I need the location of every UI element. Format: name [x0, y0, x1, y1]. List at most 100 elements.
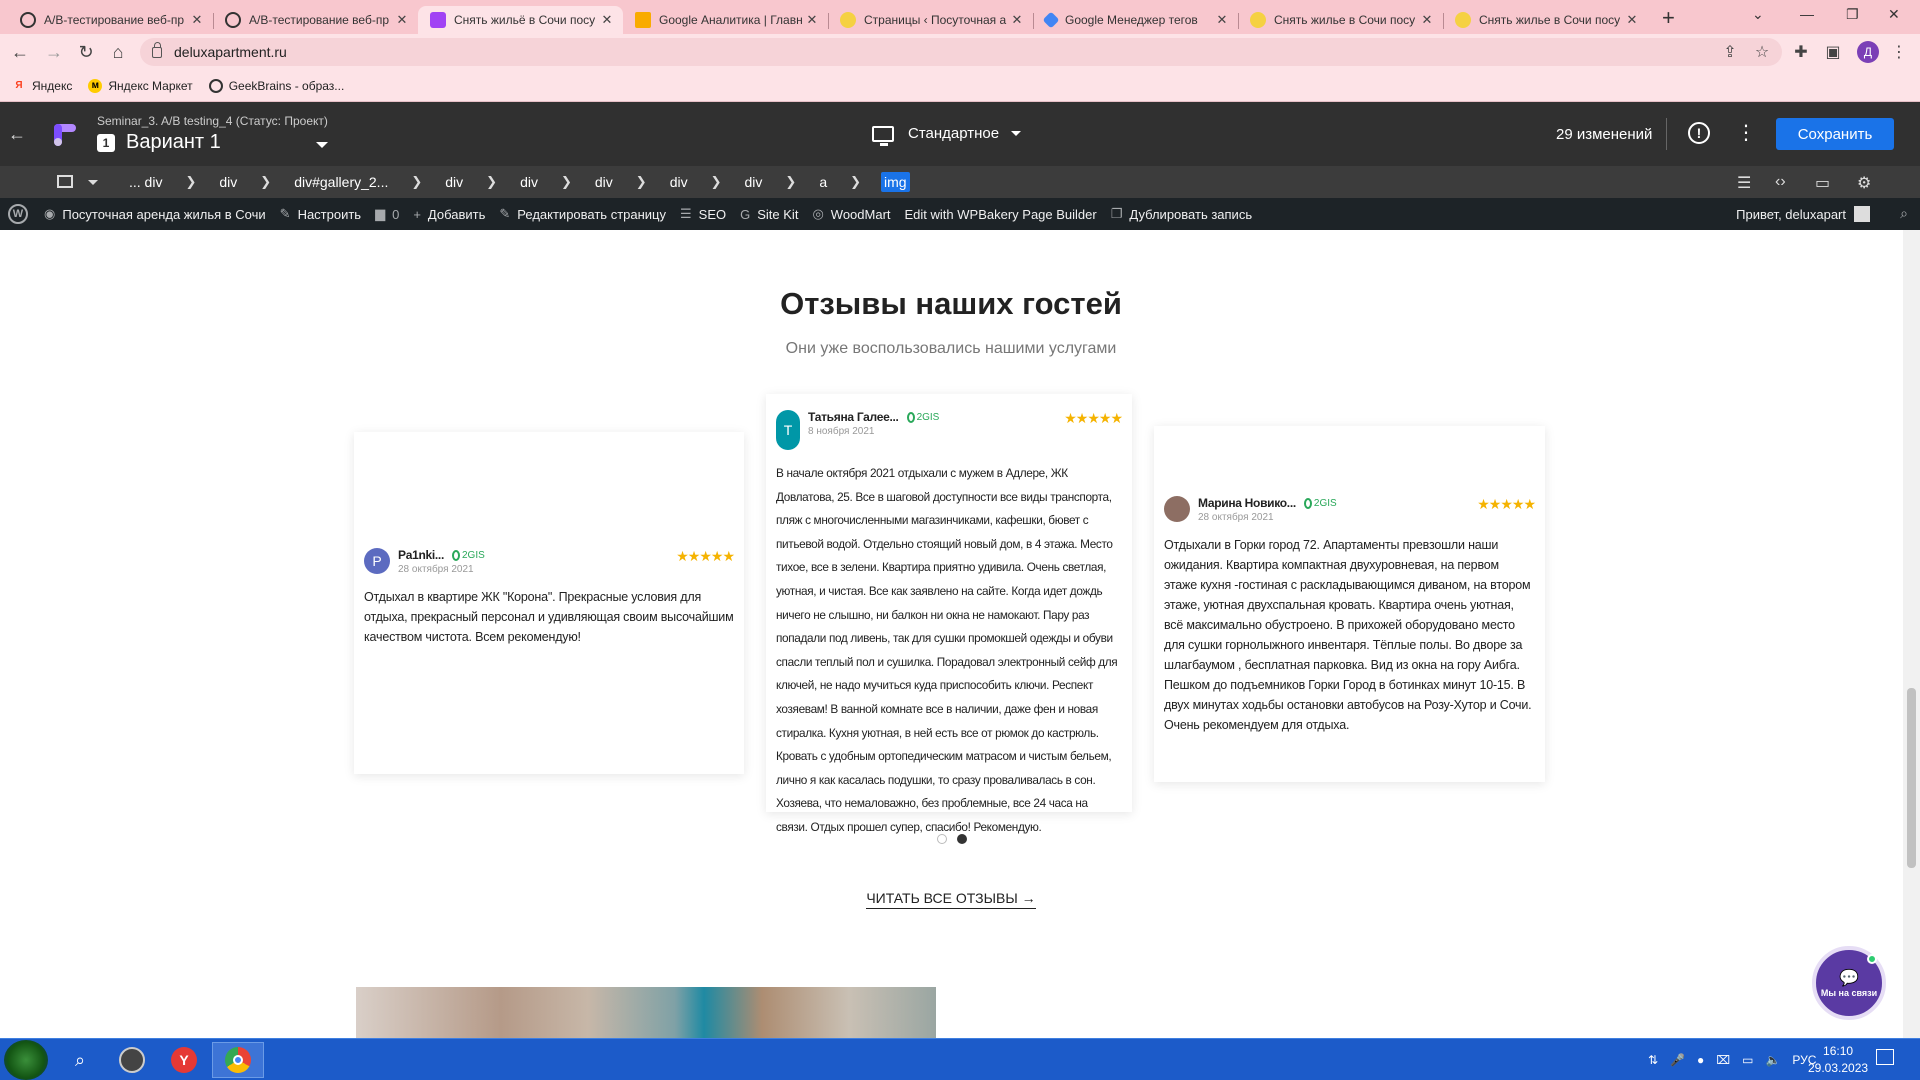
- css-icon[interactable]: ▭: [1815, 173, 1830, 193]
- browser-tab[interactable]: Google Менеджер тегов ✕: [1033, 6, 1239, 34]
- carousel-dot[interactable]: [937, 834, 947, 844]
- close-icon[interactable]: ✕: [1624, 12, 1640, 28]
- review-card[interactable]: P Pa1nki... 2GIS 28 октября 2021 ★★★★★ О…: [354, 432, 744, 774]
- changes-count[interactable]: 29 изменений: [1556, 126, 1652, 143]
- back-icon[interactable]: ←: [10, 42, 30, 63]
- network-icon[interactable]: ⇅: [1648, 1053, 1658, 1067]
- tune-icon[interactable]: ☰: [1737, 173, 1751, 193]
- breadcrumb-item[interactable]: div: [442, 172, 466, 192]
- chat-bubble-icon: 💬: [1839, 970, 1859, 987]
- taskbar-app[interactable]: Y: [158, 1042, 210, 1078]
- source-badge: 2GIS: [906, 411, 939, 423]
- breadcrumb-item[interactable]: div: [667, 172, 691, 192]
- reload-icon[interactable]: ↻: [76, 42, 96, 63]
- volume-icon[interactable]: 🔈: [1765, 1053, 1780, 1067]
- taskbar-app[interactable]: [106, 1042, 158, 1078]
- side-panel-icon[interactable]: ▣: [1823, 42, 1843, 62]
- wp-item-duplicate[interactable]: ❐ Дублировать запись: [1111, 206, 1252, 222]
- close-icon[interactable]: ✕: [599, 12, 615, 28]
- wp-item-sitekit[interactable]: G Site Kit: [740, 207, 798, 222]
- review-card[interactable]: Марина Новико... 2GIS 28 октября 2021 ★★…: [1154, 426, 1545, 782]
- more-icon[interactable]: ⋮: [1736, 120, 1756, 145]
- review-card[interactable]: Т Татьяна Галее... 2GIS 8 ноября 2021 ★★…: [766, 394, 1132, 834]
- wp-item-woodmart[interactable]: ◎ WoodMart: [812, 206, 890, 222]
- wp-item-comments[interactable]: ▆ 0: [375, 206, 399, 222]
- browser-tab[interactable]: Снять жилье в Сочи посу ✕: [1443, 6, 1648, 34]
- clock[interactable]: 16:10 29.03.2023: [1808, 1043, 1868, 1077]
- bookmark-item[interactable]: Я Яндекс: [12, 79, 72, 93]
- share-icon[interactable]: ⇪: [1720, 42, 1740, 62]
- close-icon[interactable]: ✕: [1214, 12, 1230, 28]
- browser-tab[interactable]: Страницы ‹ Посуточная а ✕: [828, 6, 1034, 34]
- wp-item-label: Посуточная аренда жилья в Сочи: [62, 206, 266, 222]
- breadcrumb-item[interactable]: div#gallery_2...: [291, 172, 391, 192]
- search-icon[interactable]: ⌕: [1900, 205, 1908, 222]
- close-icon[interactable]: ✕: [1419, 12, 1435, 28]
- close-icon[interactable]: ✕: [394, 12, 410, 28]
- device-selector[interactable]: Стандартное: [872, 125, 1022, 146]
- variant-name[interactable]: Вариант 1: [126, 131, 221, 154]
- breadcrumb-item[interactable]: div: [592, 172, 616, 192]
- wp-item-new[interactable]: + Добавить: [413, 207, 485, 222]
- wp-item-customize[interactable]: ✎ Настроить: [280, 206, 361, 222]
- chevron-down-icon[interactable]: [88, 180, 98, 185]
- wp-item-edit[interactable]: ✎ Редактировать страницу: [499, 206, 666, 222]
- tab-search-icon[interactable]: ⌄: [1752, 6, 1764, 23]
- menu-icon[interactable]: ⋮: [1889, 42, 1909, 62]
- monitor-icon[interactable]: ▭: [1742, 1053, 1753, 1067]
- bookmark-item[interactable]: м Яндекс Маркет: [88, 78, 193, 93]
- browser-tab[interactable]: A/B-тестирование веб-пр ✕: [213, 6, 418, 34]
- wordpress-icon[interactable]: W: [8, 204, 28, 224]
- home-icon[interactable]: ⌂: [108, 42, 128, 63]
- bookmark-item[interactable]: GeekBrains - образ...: [208, 78, 344, 93]
- norton-icon[interactable]: ●: [1697, 1053, 1704, 1067]
- select-element-icon[interactable]: [57, 175, 73, 188]
- diagnostics-icon[interactable]: !: [1688, 122, 1710, 144]
- wp-item-wpbakery[interactable]: Edit with WPBakery Page Builder: [905, 207, 1097, 222]
- devices-icon[interactable]: ⌧: [1716, 1053, 1730, 1067]
- address-bar[interactable]: deluxapartment.ru: [140, 38, 1782, 66]
- breadcrumb-item[interactable]: div: [216, 172, 240, 192]
- minimize-icon[interactable]: —: [1800, 6, 1814, 22]
- browser-tab[interactable]: Google Аналитика | Главн ✕: [623, 6, 829, 34]
- back-arrow-icon[interactable]: ←: [8, 124, 26, 145]
- breadcrumb-item[interactable]: ... div: [126, 172, 165, 192]
- bookmark-star-icon[interactable]: ☆: [1752, 42, 1772, 62]
- browser-tab[interactable]: Снять жилье в Сочи посу ✕: [1238, 6, 1444, 34]
- microphone-icon[interactable]: 🎤: [1670, 1053, 1685, 1067]
- wp-account[interactable]: Привет, deluxapart: [1736, 198, 1870, 230]
- extensions-icon[interactable]: ✚: [1791, 42, 1811, 62]
- new-tab-button[interactable]: +: [1662, 5, 1675, 31]
- restore-icon[interactable]: ❐: [1846, 6, 1859, 23]
- close-window-icon[interactable]: ✕: [1888, 6, 1900, 23]
- scrollbar-thumb[interactable]: [1907, 688, 1916, 868]
- chevron-down-icon[interactable]: [316, 142, 328, 148]
- profile-avatar[interactable]: Д: [1857, 41, 1879, 63]
- breadcrumb-item[interactable]: div: [517, 172, 541, 192]
- wp-item-label: SEO: [698, 206, 727, 222]
- tab-title: A/B-тестирование веб-пр: [44, 13, 184, 27]
- page-scrollbar[interactable]: [1903, 230, 1920, 1038]
- breadcrumb-item-selected[interactable]: img: [881, 172, 910, 192]
- wp-item-site[interactable]: ◉ Посуточная аренда жилья в Сочи: [44, 206, 266, 222]
- start-button[interactable]: [4, 1040, 48, 1080]
- review-body: P Pa1nki... 2GIS 28 октября 2021 ★★★★★ О…: [364, 548, 735, 647]
- browser-tab-active[interactable]: Снять жильё в Сочи посу ✕: [418, 6, 623, 34]
- yandex-browser-icon: Y: [171, 1047, 197, 1073]
- breadcrumb-item[interactable]: div: [742, 172, 766, 192]
- close-icon[interactable]: ✕: [804, 12, 820, 28]
- settings-icon[interactable]: ⚙: [1857, 173, 1871, 193]
- wp-item-seo[interactable]: ☰ SEO: [680, 206, 726, 222]
- breadcrumb-item[interactable]: a: [816, 172, 830, 192]
- taskbar-search[interactable]: ⌕: [54, 1042, 106, 1078]
- close-icon[interactable]: ✕: [1009, 12, 1025, 28]
- forward-icon[interactable]: →: [44, 42, 64, 63]
- close-icon[interactable]: ✕: [189, 12, 205, 28]
- browser-tab[interactable]: A/B-тестирование веб-пр ✕: [8, 6, 214, 34]
- taskbar-app-active[interactable]: [212, 1042, 264, 1078]
- save-button[interactable]: Сохранить: [1776, 118, 1894, 150]
- notifications-icon[interactable]: [1876, 1049, 1894, 1065]
- carousel-dot-active[interactable]: [957, 834, 967, 844]
- code-icon[interactable]: ‹›: [1775, 173, 1786, 191]
- read-all-reviews-link[interactable]: ЧИТАТЬ ВСЕ ОТЗЫВЫ →: [0, 890, 1902, 909]
